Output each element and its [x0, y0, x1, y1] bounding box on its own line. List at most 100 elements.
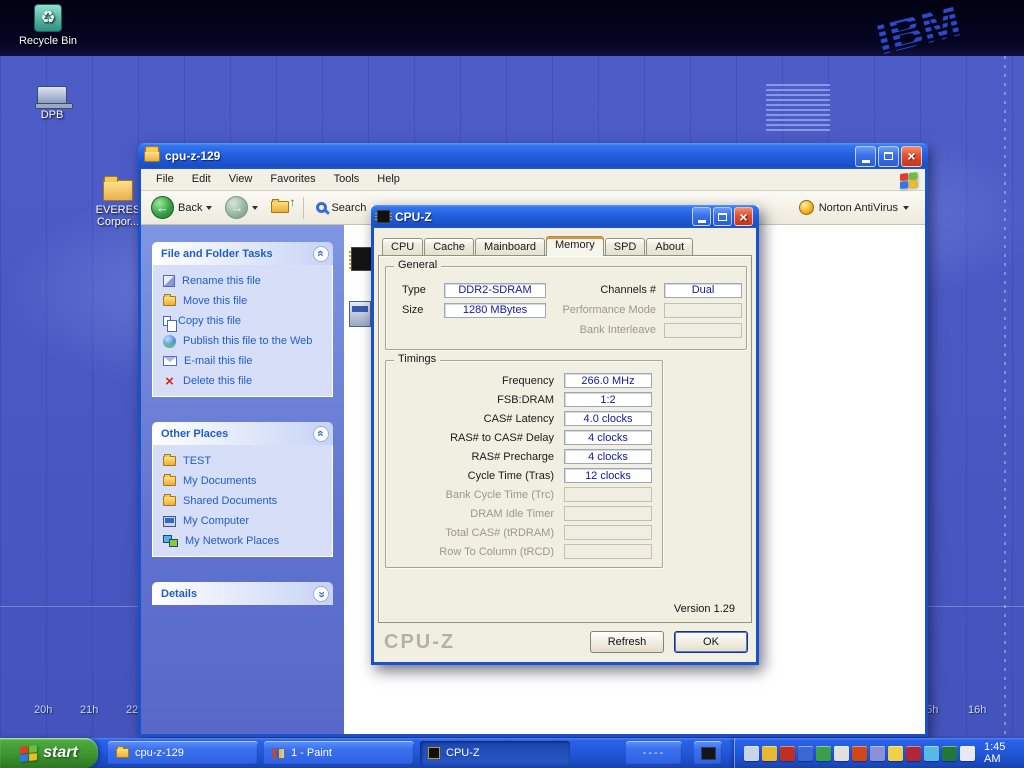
- folder-icon: [116, 748, 129, 758]
- windows-flag-icon: [20, 745, 37, 762]
- maximize-button[interactable]: [713, 207, 732, 226]
- tray-icon[interactable]: [870, 746, 885, 761]
- collapse-chevron-icon[interactable]: [313, 246, 329, 262]
- menu-tools[interactable]: Tools: [325, 169, 369, 190]
- maximize-button[interactable]: [878, 146, 899, 167]
- tab-cpu[interactable]: CPU: [382, 238, 423, 255]
- menu-favorites[interactable]: Favorites: [261, 169, 324, 190]
- place-test[interactable]: TEST: [163, 451, 328, 471]
- desktop: IBM Recycle Bin DPB EVERES Corpor... 20h…: [0, 0, 1024, 768]
- place-my-network[interactable]: My Network Places: [163, 531, 328, 551]
- recycle-bin-glyph: [34, 4, 62, 32]
- task-email-file[interactable]: E-mail this file: [163, 351, 328, 371]
- tray-icon[interactable]: [816, 746, 831, 761]
- norton-icon: [799, 200, 814, 215]
- back-button[interactable]: Back: [147, 193, 216, 222]
- menu-edit[interactable]: Edit: [183, 169, 220, 190]
- dpb-icon[interactable]: DPB: [16, 86, 88, 121]
- menu-help[interactable]: Help: [368, 169, 409, 190]
- file-icon[interactable]: [349, 301, 371, 327]
- type-value: DDR2-SDRAM: [444, 283, 546, 298]
- task-label: Delete this file: [183, 375, 252, 387]
- frequency-label: Frequency: [394, 375, 554, 387]
- ok-button[interactable]: OK: [674, 631, 748, 653]
- other-places-header[interactable]: Other Places: [152, 422, 333, 445]
- move-folder-icon: [163, 296, 176, 306]
- details-header[interactable]: Details: [152, 582, 333, 605]
- start-button[interactable]: start: [0, 738, 98, 768]
- norton-antivirus-dropdown[interactable]: Norton AntiVirus: [799, 200, 919, 215]
- task-rename-file[interactable]: Rename this file: [163, 271, 328, 291]
- app-icon: [701, 747, 716, 760]
- tab-cache[interactable]: Cache: [424, 238, 474, 255]
- minimize-button[interactable]: [692, 207, 711, 226]
- taskbar-mini-button[interactable]: [694, 741, 722, 765]
- forward-button[interactable]: [221, 193, 262, 222]
- row-to-column-value: [564, 544, 652, 559]
- search-button[interactable]: Search: [312, 199, 370, 217]
- tray-icon[interactable]: [798, 746, 813, 761]
- cpuz-titlebar[interactable]: CPU-Z: [371, 205, 759, 228]
- back-dropdown-icon[interactable]: [206, 206, 212, 210]
- file-tasks-header[interactable]: File and Folder Tasks: [152, 242, 333, 265]
- start-label: start: [43, 744, 78, 762]
- place-my-documents[interactable]: My Documents: [163, 471, 328, 491]
- tray-icon[interactable]: [942, 746, 957, 761]
- forward-dropdown-icon: [252, 206, 258, 210]
- menu-view[interactable]: View: [220, 169, 262, 190]
- tray-icon[interactable]: [744, 746, 759, 761]
- tab-spd[interactable]: SPD: [605, 238, 646, 255]
- taskbar-task-explorer[interactable]: cpu-z-129: [108, 741, 258, 765]
- tray-icon[interactable]: [888, 746, 903, 761]
- maximize-icon: [884, 152, 893, 160]
- tray-icon[interactable]: [906, 746, 921, 761]
- taskbar-task-paint[interactable]: 1 - Paint: [264, 741, 414, 765]
- menu-file[interactable]: File: [147, 169, 183, 190]
- wallpaper-top-band: IBM: [0, 0, 1024, 56]
- fsb-dram-value: 1:2: [564, 392, 652, 407]
- explorer-titlebar[interactable]: cpu-z-129: [138, 143, 928, 169]
- collapse-chevron-icon[interactable]: [313, 426, 329, 442]
- tray-icons: [744, 746, 975, 761]
- bank-cycle-time-label: Bank Cycle Time (Trc): [394, 489, 554, 501]
- task-label: Copy this file: [178, 315, 241, 327]
- ibm-logo: IBM: [870, 0, 965, 65]
- cycle-time-value: 12 clocks: [564, 468, 652, 483]
- place-my-computer[interactable]: My Computer: [163, 511, 328, 531]
- task-copy-file[interactable]: Copy this file: [163, 311, 328, 331]
- task-label: E-mail this file: [184, 355, 252, 367]
- tab-about[interactable]: About: [646, 238, 693, 255]
- bank-interleave-label: Bank Interleave: [578, 324, 656, 336]
- explorer-task-pane: File and Folder Tasks Rename this file M…: [141, 225, 344, 734]
- minimize-button[interactable]: [855, 146, 876, 167]
- ras-to-cas-label: RAS# to CAS# Delay: [394, 432, 554, 444]
- chip-icon: [428, 747, 440, 759]
- place-label: My Documents: [183, 475, 256, 487]
- taskbar-task-cpuz[interactable]: CPU-Z: [420, 741, 570, 765]
- task-label: cpu-z-129: [135, 747, 184, 759]
- taskbar-collapsed-toolbar[interactable]: ----: [626, 741, 682, 765]
- tray-icon[interactable]: [780, 746, 795, 761]
- tray-icon[interactable]: [852, 746, 867, 761]
- tray-icon[interactable]: [960, 746, 975, 761]
- tab-mainboard[interactable]: Mainboard: [475, 238, 545, 255]
- recycle-bin-icon[interactable]: Recycle Bin: [12, 4, 84, 47]
- task-move-file[interactable]: Move this file: [163, 291, 328, 311]
- close-button[interactable]: [901, 146, 922, 167]
- task-label: Publish this file to the Web: [183, 335, 312, 347]
- task-delete-file[interactable]: Delete this file: [163, 371, 328, 391]
- tab-memory[interactable]: Memory: [546, 236, 604, 256]
- tray-icon[interactable]: [924, 746, 939, 761]
- up-button[interactable]: [267, 198, 295, 218]
- timezone-label: 21h: [80, 704, 98, 716]
- tray-icon[interactable]: [834, 746, 849, 761]
- place-shared-documents[interactable]: Shared Documents: [163, 491, 328, 511]
- norton-label: Norton AntiVirus: [819, 202, 898, 214]
- menubar: File Edit View Favorites Tools Help: [141, 169, 925, 191]
- tray-icon[interactable]: [762, 746, 777, 761]
- close-button[interactable]: [734, 207, 753, 226]
- expand-chevron-icon[interactable]: [313, 586, 329, 602]
- task-publish-file[interactable]: Publish this file to the Web: [163, 331, 328, 351]
- refresh-button[interactable]: Refresh: [590, 631, 664, 653]
- task-label: Move this file: [183, 295, 247, 307]
